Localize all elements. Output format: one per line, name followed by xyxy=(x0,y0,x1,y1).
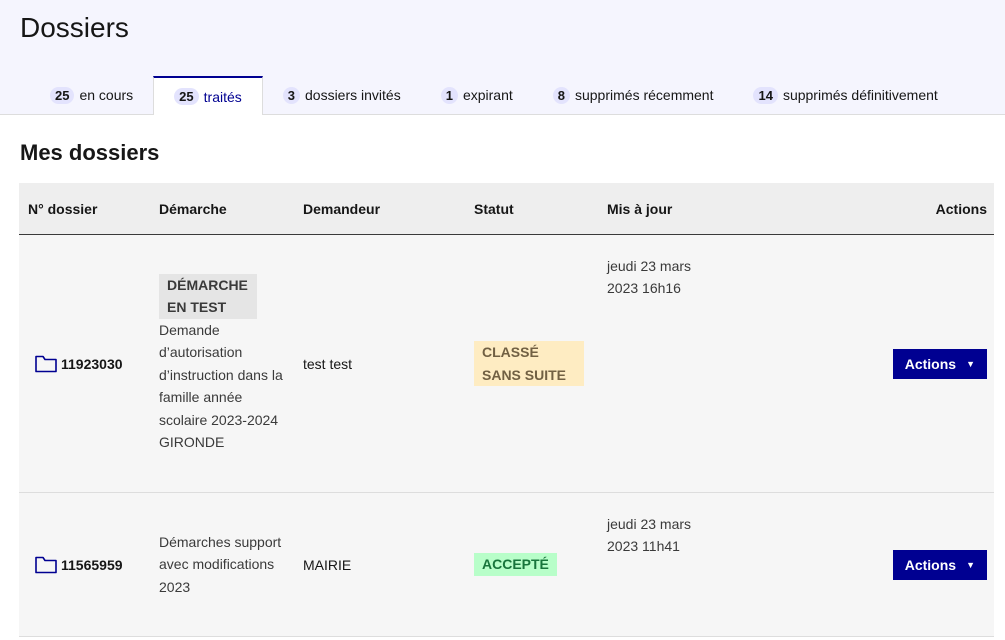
folder-icon xyxy=(35,556,57,573)
page-header: Dossiers 25 en cours 25 traités 3 dossie… xyxy=(0,0,1005,115)
demarche-text: Démarches support avec modifications 202… xyxy=(159,533,282,595)
tab-label: supprimés récemment xyxy=(574,87,714,103)
tab-supprimes-definitivement[interactable]: 14 supprimés définitivement xyxy=(733,76,957,114)
tab-en-cours[interactable]: 25 en cours xyxy=(30,76,153,114)
demandeur: test test xyxy=(303,355,353,372)
dossier-number: 11565959 xyxy=(61,556,123,573)
status-badge: CLASSÉ SANS SUITE xyxy=(474,341,584,386)
dossier-number-link[interactable]: 11565959 xyxy=(28,556,144,574)
tab-count: 14 xyxy=(753,86,778,104)
tab-label: en cours xyxy=(79,87,134,103)
tab-label: supprimés définitivement xyxy=(782,87,938,103)
chevron-down-icon: ▼ xyxy=(966,559,975,570)
updated-date: jeudi 23 mars 2023 16h16 xyxy=(607,258,692,296)
actions-label: Actions xyxy=(904,355,957,372)
column-header-updated[interactable]: Mis à jour xyxy=(598,201,798,217)
column-header-actions: Actions xyxy=(935,200,987,217)
table-header: N° dossier Démarche Demandeur Statut Mis… xyxy=(19,183,994,235)
section-title: Mes dossiers xyxy=(20,140,160,165)
column-header-demandeur[interactable]: Demandeur xyxy=(288,201,458,217)
status-badge: ACCEPTÉ xyxy=(474,553,557,576)
dossiers-table: N° dossier Démarche Demandeur Statut Mis… xyxy=(19,183,994,637)
table-row[interactable]: 11565959 Démarches support avec modifica… xyxy=(19,493,994,637)
actions-label: Actions xyxy=(904,556,957,573)
folder-icon xyxy=(35,355,57,372)
column-header-statut[interactable]: Statut xyxy=(458,201,598,217)
chevron-down-icon: ▼ xyxy=(966,358,975,369)
updated-date: jeudi 23 mars 2023 11h41 xyxy=(607,516,692,554)
tab-count: 25 xyxy=(174,88,199,105)
tab-count: 1 xyxy=(440,86,458,104)
tab-bar: 25 en cours 25 traités 3 dossiers invité… xyxy=(30,76,958,115)
demarche-text: Demande d’autorisation d’instruction dan… xyxy=(159,321,283,451)
tab-count: 3 xyxy=(282,86,300,104)
actions-button[interactable]: Actions ▼ xyxy=(892,549,987,580)
column-header-number[interactable]: N° dossier xyxy=(19,201,144,217)
dossier-number-link[interactable]: 11923030 xyxy=(28,355,144,373)
test-badge: DÉMARCHE EN TEST xyxy=(159,273,257,319)
column-header-demarche[interactable]: Démarche xyxy=(144,201,288,217)
dossier-number: 11923030 xyxy=(61,355,123,372)
tab-count: 8 xyxy=(552,86,570,104)
tab-label: traités xyxy=(203,88,242,105)
tab-traites[interactable]: 25 traités xyxy=(153,76,263,115)
tab-count: 25 xyxy=(50,86,75,104)
table-row[interactable]: 11923030 DÉMARCHE EN TEST Demande d’auto… xyxy=(19,235,994,493)
tab-label: dossiers invités xyxy=(305,87,401,103)
tab-label: expirant xyxy=(462,87,513,103)
page-title: Dossiers xyxy=(20,12,129,43)
tab-expirant[interactable]: 1 expirant xyxy=(421,76,533,114)
tab-supprimes-recemment[interactable]: 8 supprimés récemment xyxy=(533,76,734,114)
tab-dossiers-invites[interactable]: 3 dossiers invités xyxy=(263,76,421,114)
actions-button[interactable]: Actions ▼ xyxy=(892,348,987,379)
demandeur: MAIRIE xyxy=(303,556,352,573)
